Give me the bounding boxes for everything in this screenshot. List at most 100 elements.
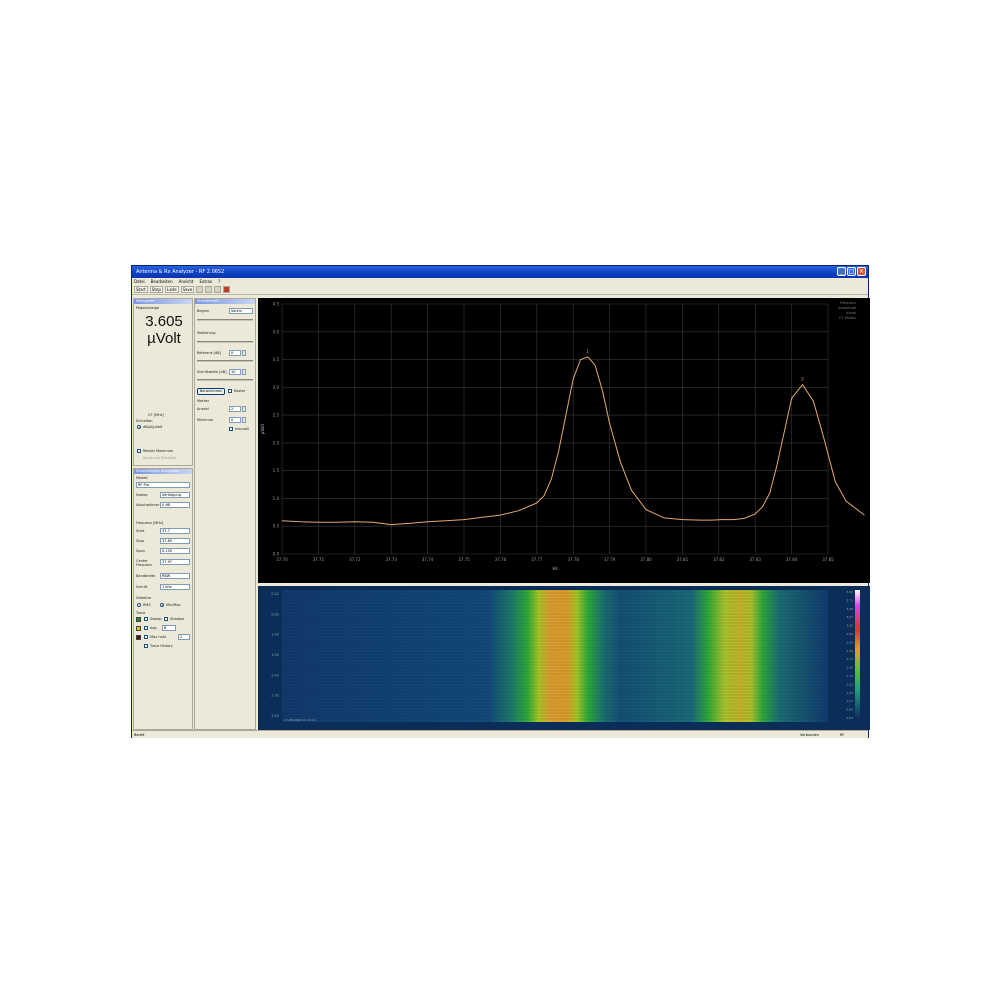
peak-marker-label: 2	[801, 377, 804, 382]
level-unit: µVolt	[147, 330, 181, 347]
step-select[interactable]: 1 kHz	[160, 584, 190, 590]
window-title: Antenna & Rx Analyzer - RF 2.0652	[136, 269, 225, 275]
start-button[interactable]: Start	[134, 286, 148, 293]
detector-label: Detektor	[136, 596, 152, 600]
marker-count-input[interactable]: 2	[229, 406, 241, 412]
y-tick-label: 2.5	[273, 413, 280, 418]
ref-slider[interactable]	[197, 360, 253, 362]
unit-radio[interactable]	[137, 425, 141, 429]
center-input[interactable]: 37.97	[160, 559, 190, 565]
colorbar-tick: 3.27	[846, 615, 853, 619]
menu-bearbeiten[interactable]: Bearbeiten	[151, 278, 173, 285]
mode-label: Modell	[136, 476, 148, 480]
detector-minmax-radio[interactable]	[160, 603, 164, 607]
colorbar-tick: 2.61	[846, 640, 853, 644]
x-tick-label: 37.84	[786, 557, 798, 562]
x-tick-label: 37.71	[313, 557, 325, 562]
trace3-input[interactable]: 2	[178, 634, 190, 640]
menu-ansicht[interactable]: Ansicht	[179, 278, 194, 285]
save-button[interactable]: Save	[180, 286, 195, 293]
menu-help[interactable]: ?	[218, 278, 220, 285]
waterfall-plot[interactable]: 0.42 0.92 1.42 1.92 2.42 2.92 3.42 17.08.2008 1…	[258, 586, 870, 730]
menu-extras[interactable]: Extras	[199, 278, 212, 285]
trace2-color-swatch[interactable]	[136, 626, 141, 631]
legend-entry: Kanal	[846, 311, 856, 315]
stop-button[interactable]: Stop	[149, 286, 163, 293]
spectrum-grid	[281, 303, 829, 555]
zoom-icon[interactable]	[214, 286, 222, 293]
sweep-select[interactable]: Verfolgung	[160, 492, 190, 498]
view-start-slider[interactable]	[197, 319, 253, 321]
mode-select[interactable]: RF Pro	[136, 482, 190, 488]
colorbar-tick: 3.93	[846, 590, 853, 594]
close-button[interactable]: ×	[857, 267, 866, 276]
waterfall-y-tick: 1.92	[271, 653, 279, 657]
ruler-label: Raster	[234, 389, 246, 393]
minimize-button[interactable]: _	[837, 267, 846, 276]
x-tick-label: 37.77	[531, 557, 543, 562]
trace1-checkbox[interactable]	[144, 617, 148, 621]
title-bar[interactable]: Antenna & Rx Analyzer - RF 2.0652 _ □ ×	[132, 266, 868, 278]
x-tick-label: 37.80	[640, 557, 652, 562]
colorbar-tick: 1.73	[846, 674, 853, 678]
marker-min-spinner[interactable]	[242, 417, 246, 423]
trace3-color-swatch[interactable]	[136, 635, 141, 640]
maximize-button[interactable]: □	[847, 267, 856, 276]
ref-input[interactable]: 0	[229, 350, 241, 356]
marker-min-input[interactable]: 0	[229, 417, 241, 423]
x-axis-label: Hz	[552, 566, 557, 571]
y-tick-label: 1.0	[273, 496, 280, 501]
trace2-checkbox[interactable]	[144, 626, 148, 630]
colorbar	[855, 590, 860, 722]
trace3-checkbox[interactable]	[144, 635, 148, 639]
start-input[interactable]: 37.7	[160, 528, 190, 534]
grid-icon[interactable]	[205, 286, 213, 293]
step-slider[interactable]	[197, 379, 253, 381]
rbw-select[interactable]: RBW	[160, 573, 190, 579]
detector-rms-radio[interactable]	[137, 603, 141, 607]
atten-select[interactable]: 0 dB	[160, 502, 190, 508]
unit-option: dBµV/µVolt	[143, 425, 163, 429]
y-tick-label: 0.5	[273, 524, 280, 529]
record-icon[interactable]	[223, 286, 231, 293]
stop-label: Stop	[136, 539, 144, 543]
x-tick-label: 37.73	[385, 557, 397, 562]
menu-datei[interactable]: Datei	[134, 278, 145, 285]
trace-history-label: Trace History	[150, 644, 173, 648]
stop-input[interactable]: 37.85	[160, 538, 190, 544]
range-label: Frequenz [MHz]	[136, 521, 164, 525]
manual-checkbox[interactable]	[229, 427, 233, 431]
ruler-checkbox[interactable]	[228, 389, 232, 393]
step-input-view[interactable]: 10	[229, 369, 241, 375]
legend-entry: Frequenz	[840, 301, 856, 305]
alarm-label: Alarm bei Schwelle	[143, 456, 177, 460]
waterfall-y-tick: 1.42	[271, 633, 279, 637]
status-left: Bereit	[134, 733, 145, 737]
colorbar-tick: 2.39	[846, 649, 853, 653]
center-label: Center Frequenz	[136, 559, 152, 567]
colorbar-tick: 2.17	[846, 657, 853, 661]
step-spinner[interactable]	[242, 369, 246, 375]
x-tick-label: 37.72	[349, 557, 361, 562]
colorbar-tick: 0.63	[846, 716, 853, 720]
span-input[interactable]: 0.150	[160, 548, 190, 554]
trace1-color-swatch[interactable]	[136, 617, 141, 622]
load-button[interactable]: Lade	[164, 286, 179, 293]
view-start-select[interactable]: Vorein	[229, 308, 253, 314]
colorbar-tick: 2.83	[846, 632, 853, 636]
scale-slider[interactable]	[197, 341, 253, 343]
trace1b-checkbox[interactable]	[164, 617, 168, 621]
trace-history-checkbox[interactable]	[144, 644, 148, 648]
marker-count-spinner[interactable]	[242, 406, 246, 412]
max-hold-checkbox[interactable]	[137, 449, 141, 453]
redraw-button[interactable]: Neuzeichnen	[197, 388, 225, 395]
trace2-input[interactable]: 8	[162, 625, 176, 631]
ref-spinner[interactable]	[242, 350, 246, 356]
view-start-label: Beginn	[197, 309, 210, 313]
step-label: Schritt	[136, 585, 148, 589]
print-icon[interactable]	[196, 286, 204, 293]
legend-entry: CF Modus	[839, 316, 856, 320]
spectrum-plot[interactable]: 37.70 37.71 37.72 37.73 37.74 37.75 37.76 37.77…	[258, 298, 870, 583]
waterfall-y-tick: 0.42	[271, 592, 279, 596]
x-tick-label: 37.85	[822, 557, 834, 562]
